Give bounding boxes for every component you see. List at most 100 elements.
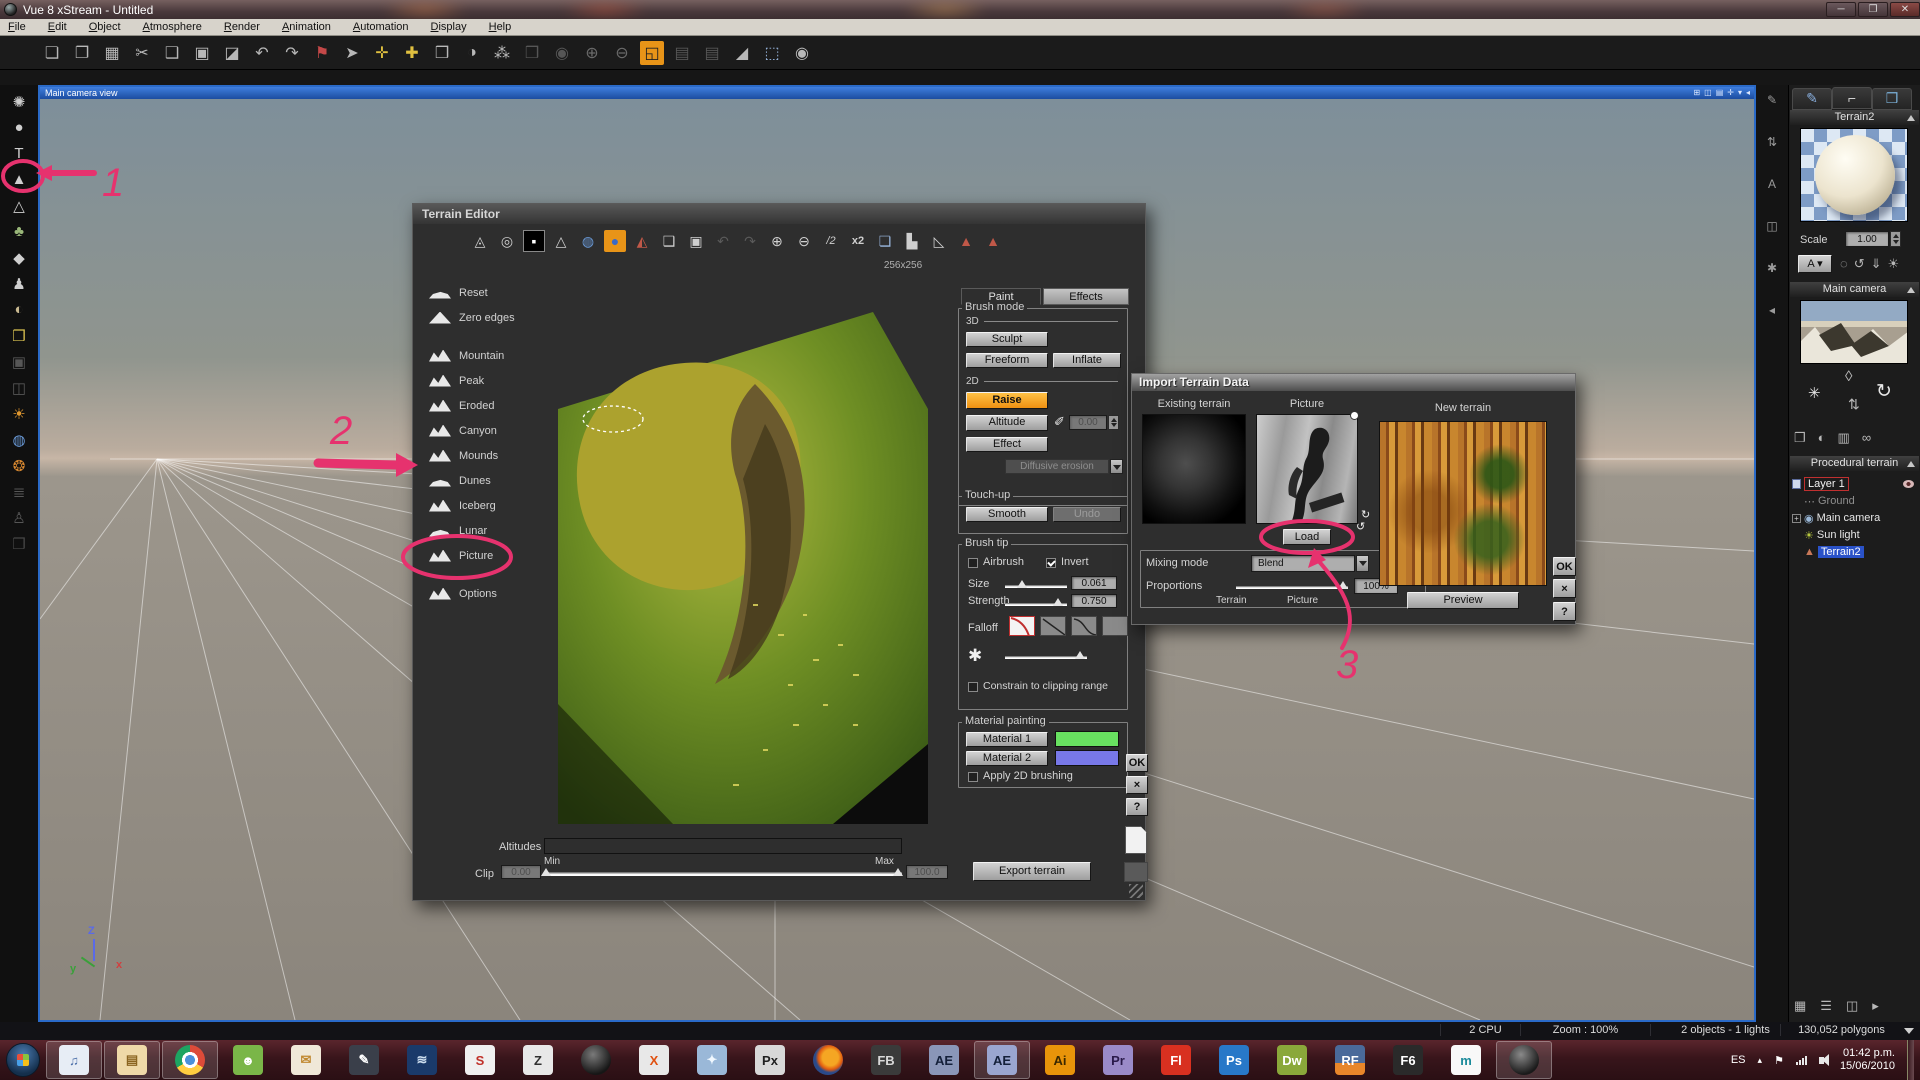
light-icon[interactable]: ☀ xyxy=(1888,256,1900,272)
add-camera-icon[interactable]: ✚ xyxy=(400,41,424,65)
menu-edit[interactable]: Edit xyxy=(40,20,81,34)
aspect-button[interactable]: A ▾ xyxy=(1798,255,1832,273)
material-1-swatch[interactable] xyxy=(1055,731,1119,747)
te-effect2-icon[interactable]: ▲ xyxy=(982,230,1004,252)
ground-row[interactable]: ⋯ Ground xyxy=(1792,493,1916,509)
minimize-button[interactable]: ─ xyxy=(1826,2,1856,17)
raise-button[interactable]: Raise xyxy=(966,392,1048,409)
save-terrain-icon[interactable] xyxy=(1124,862,1148,882)
lights-tab-icon[interactable]: ◐ xyxy=(1818,430,1826,446)
picture-handle-dot[interactable] xyxy=(1350,411,1359,420)
hand-nav-icon[interactable]: ✳ xyxy=(1808,384,1821,402)
status-caret-icon[interactable] xyxy=(1904,1028,1914,1034)
layer-row[interactable]: Layer 1 xyxy=(1792,476,1916,492)
world-header[interactable]: Procedural terrain xyxy=(1790,456,1919,471)
clip-thumb-right[interactable] xyxy=(893,868,903,876)
volume-icon[interactable] xyxy=(1819,1057,1824,1064)
te-sphere-icon[interactable]: ● xyxy=(604,230,626,252)
te-peak-icon[interactable]: △ xyxy=(550,230,572,252)
after-effects-active-icon[interactable]: AE xyxy=(974,1041,1030,1079)
grid-bottom-icon[interactable]: ▦ xyxy=(1794,998,1806,1014)
render-icon[interactable]: ◑ xyxy=(460,41,484,65)
zbrush-icon[interactable]: Z xyxy=(510,1041,566,1079)
flash-icon[interactable]: Fl xyxy=(1148,1041,1204,1079)
size-value[interactable]: 0.061 xyxy=(1071,576,1117,590)
eyedropper-icon[interactable]: ✐ xyxy=(1054,414,1065,430)
vp-grid-icon[interactable]: ▤ xyxy=(1716,87,1724,99)
terrain-row[interactable]: ▲ Terrain2 xyxy=(1792,544,1916,560)
te-paste-icon[interactable]: ▣ xyxy=(685,230,707,252)
realflow-icon[interactable]: RF xyxy=(1322,1041,1378,1079)
messenger-icon[interactable]: ☻ xyxy=(220,1041,276,1079)
effect-type-dropdown[interactable]: Diffusive erosion xyxy=(1005,459,1109,474)
object-header[interactable]: Terrain2 xyxy=(1790,110,1919,125)
undo-button[interactable]: Undo xyxy=(1053,507,1121,522)
paint-tool-icon[interactable]: ✎ xyxy=(336,1041,392,1079)
te-resize-icon[interactable]: ❏ xyxy=(874,230,896,252)
altitude-value[interactable]: 0.00 xyxy=(1069,415,1107,430)
preset-iceberg[interactable]: Iceberg xyxy=(429,493,547,518)
vp-split-icon[interactable]: ◫ xyxy=(1704,87,1712,99)
scale-spinner[interactable] xyxy=(1890,231,1901,247)
camera-row[interactable]: + ◉ Main camera xyxy=(1792,510,1916,526)
redo-icon[interactable]: ↷ xyxy=(280,41,304,65)
te-erode-icon[interactable]: ◭ xyxy=(631,230,653,252)
visibility-eye-icon[interactable] xyxy=(1903,480,1914,488)
updown-nav-icon[interactable]: ⇅ xyxy=(1848,396,1860,413)
freeform-button[interactable]: Freeform xyxy=(966,353,1048,368)
import-dialog-title[interactable]: Import Terrain Data xyxy=(1132,374,1575,391)
size-slider-thumb[interactable] xyxy=(1017,580,1027,588)
boolean-icon[interactable]: ◫ xyxy=(6,377,32,398)
menu-display[interactable]: Display xyxy=(423,20,481,34)
ghost-cube-icon[interactable]: ❒ xyxy=(520,41,544,65)
action-center-flag-icon[interactable]: ⚑ xyxy=(1774,1054,1784,1067)
materials-tab-icon[interactable]: ▥ xyxy=(1838,430,1850,446)
ghost-sphere-icon[interactable]: ◉ xyxy=(550,41,574,65)
te-zoom-in-icon[interactable]: ⊕ xyxy=(766,230,788,252)
phantom-icon[interactable]: ◌ xyxy=(1840,256,1848,272)
te-slope-icon[interactable]: ◺ xyxy=(928,230,950,252)
sunlight-row[interactable]: ☀ Sun light xyxy=(1792,527,1916,543)
preview-button[interactable]: Preview xyxy=(1407,592,1519,609)
te-double-size-icon[interactable]: x2 xyxy=(847,230,869,252)
rock-icon[interactable]: ◆ xyxy=(6,247,32,268)
stack-icon[interactable]: ≣ xyxy=(6,481,32,502)
ruler-tab-icon[interactable]: ⌐ xyxy=(1832,87,1872,109)
terrain-icon[interactable]: ▲ xyxy=(6,169,32,190)
sculpt-button[interactable]: Sculpt xyxy=(966,332,1048,347)
close-button[interactable]: ✕ xyxy=(1890,2,1920,17)
object-preview[interactable] xyxy=(1800,128,1908,222)
picture-thumbnail[interactable] xyxy=(1256,414,1358,524)
collapse-strip-icon[interactable]: ◂ xyxy=(1769,303,1775,317)
preset-picture[interactable]: Picture xyxy=(429,543,547,568)
open-scene-icon[interactable]: ❐ xyxy=(70,41,94,65)
mixing-dropdown-arrow[interactable] xyxy=(1356,555,1369,572)
after-effects-icon[interactable]: AE xyxy=(916,1041,972,1079)
sun-light-icon[interactable]: ☀ xyxy=(6,403,32,424)
preset-lunar[interactable]: Lunar xyxy=(429,518,547,543)
preset-zero-edges[interactable]: Zero edges xyxy=(429,305,547,330)
film-strip2-icon[interactable]: ▤ xyxy=(700,41,724,65)
vp-options-icon[interactable]: ▾ xyxy=(1738,87,1742,99)
material-2-button[interactable]: Material 2 xyxy=(966,751,1048,766)
size-slider[interactable] xyxy=(1005,585,1067,588)
walk-icon[interactable]: ♙ xyxy=(6,507,32,528)
cut-icon[interactable]: ✂ xyxy=(130,41,154,65)
clapperboard-icon[interactable]: ◢ xyxy=(730,41,754,65)
clip-max-value[interactable]: 100.0 xyxy=(906,865,948,879)
menu-animation[interactable]: Animation xyxy=(274,20,345,34)
group-icon[interactable]: ▣ xyxy=(6,351,32,372)
dreamweaver-icon[interactable]: Dw xyxy=(1264,1041,1320,1079)
sphere-primitive-icon[interactable]: ● xyxy=(6,117,32,138)
preset-canyon[interactable]: Canyon xyxy=(429,418,547,443)
annotate-strip-icon[interactable]: ✎ xyxy=(1767,93,1777,107)
constrain-checkbox[interactable] xyxy=(968,682,978,692)
menu-automation[interactable]: Automation xyxy=(345,20,423,34)
explorer-icon[interactable]: ▤ xyxy=(104,1041,160,1079)
zoom-in-icon[interactable]: ⊕ xyxy=(580,41,604,65)
proportions-slider[interactable] xyxy=(1236,586,1348,589)
camera-header[interactable]: Main camera xyxy=(1790,282,1919,297)
te-undo-icon[interactable]: ↶ xyxy=(712,230,734,252)
paste-into-icon[interactable]: ◪ xyxy=(220,41,244,65)
select-cursor-icon[interactable]: ➤ xyxy=(340,41,364,65)
